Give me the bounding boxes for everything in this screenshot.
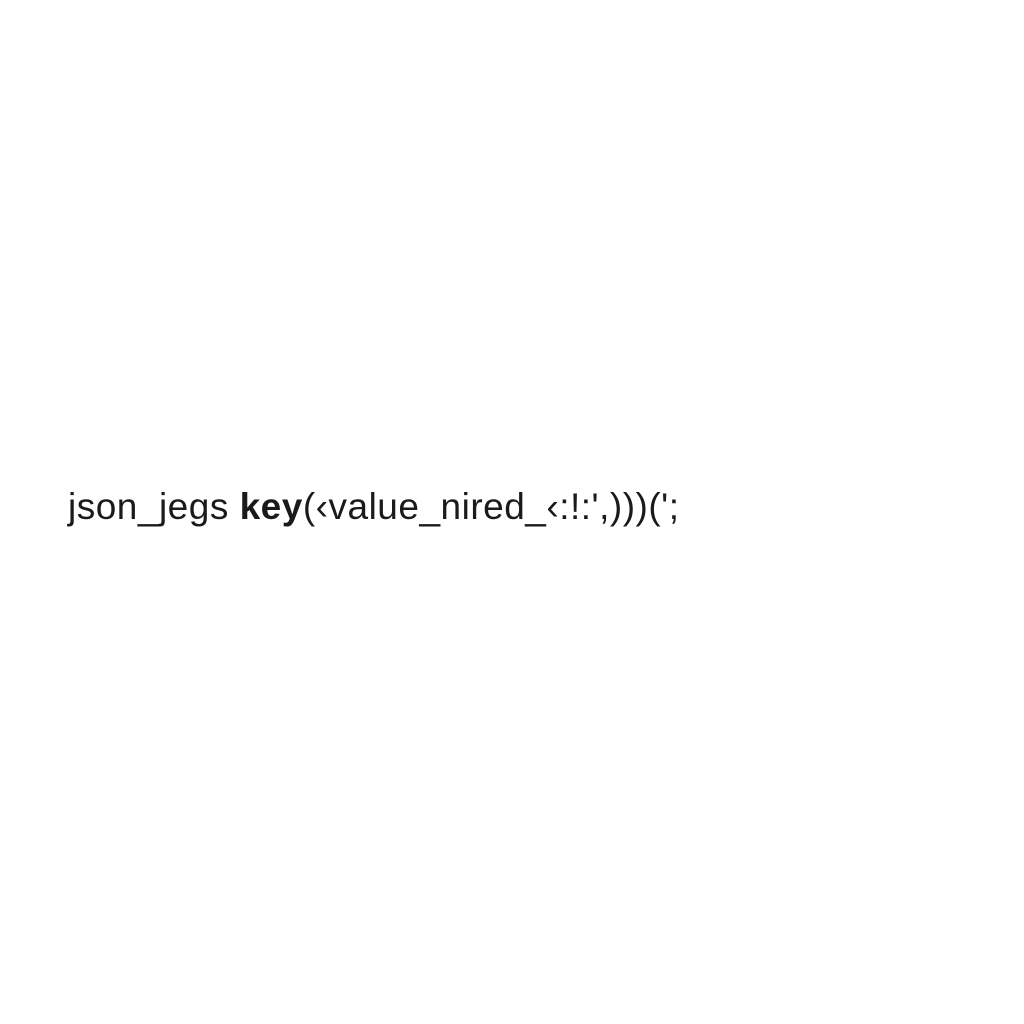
- code-part-2: key: [240, 486, 303, 527]
- code-part-1: json_jegs: [68, 486, 240, 527]
- code-part-3: (‹value_nired_‹:!:',)))(';: [303, 486, 680, 527]
- code-text-line: json_jegs key(‹value_nired_‹:!:',)))(';: [0, 485, 680, 529]
